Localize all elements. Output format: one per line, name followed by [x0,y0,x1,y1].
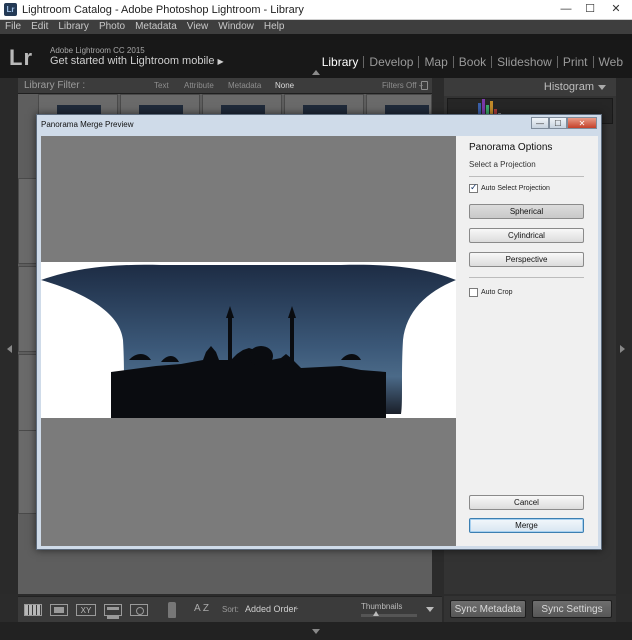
options-divider [469,176,584,177]
menu-view[interactable]: View [182,20,214,34]
merge-button[interactable]: Merge [469,518,584,533]
options-divider [469,277,584,278]
module-print[interactable]: Print [558,55,593,69]
mosque-dome [249,346,273,366]
people-view-icon[interactable] [130,604,148,616]
loupe-view-icon[interactable] [50,604,68,616]
menu-file[interactable]: File [0,20,26,34]
lr-mobile-text: Get started with Lightroom mobile [50,55,215,67]
close-button[interactable]: ✕ [602,1,630,18]
thumbnail-size-slider[interactable] [361,614,417,617]
sync-settings-button[interactable]: Sync Settings [532,600,612,618]
panorama-preview [41,136,456,546]
dialog-maximize-button[interactable]: ☐ [549,117,567,129]
histogram-title: Histogram [543,81,594,93]
menu-help[interactable]: Help [259,20,290,34]
bottom-toolbar: XY A Z Sort: Added Order ÷ Thumbnails [18,596,442,622]
window-title: Lightroom Catalog - Adobe Photoshop Ligh… [22,4,304,16]
survey-view-icon[interactable] [104,604,122,619]
lr-logo: Lr [9,45,33,70]
perspective-button[interactable]: Perspective [469,252,584,267]
lock-icon[interactable] [421,81,428,90]
toolbar-menu-icon[interactable] [426,607,434,612]
compare-view-icon[interactable]: XY [76,604,96,616]
grid-cell[interactable] [18,430,38,514]
menu-window[interactable]: Window [213,20,259,34]
auto-crop-checkbox[interactable] [469,288,478,297]
minaret-right [290,316,294,364]
spherical-button[interactable]: Spherical [469,204,584,219]
menu-metadata[interactable]: Metadata [130,20,182,34]
sort-direction-icon[interactable]: A Z [194,603,209,614]
histogram-header[interactable]: Histogram [444,78,616,96]
module-develop[interactable]: Develop [364,55,418,69]
panorama-options-title: Panorama Options [469,142,553,153]
panorama-options-panel: Panorama Options Select a Projection Aut… [456,136,598,546]
grid-cell[interactable] [18,178,38,264]
panorama-merge-dialog: Panorama Merge Preview — ☐ ✕ Panorama Op… [36,114,602,550]
module-picker: Library Develop Map Book Slideshow Print… [317,55,628,69]
thumbnails-label: Thumbnails [361,602,403,611]
library-filter-bar: Library Filter : Text Attribute Metadata… [18,78,432,94]
module-library[interactable]: Library [317,55,364,69]
left-panel-toggle-icon[interactable] [7,345,12,353]
panorama-image [41,264,456,418]
auto-select-projection-label: Auto Select Projection [481,185,550,192]
grid-view-icon[interactable] [24,604,42,616]
projection-label: Select a Projection [469,160,536,169]
play-arrow-icon: ▶ [217,57,224,66]
module-web[interactable]: Web [594,55,628,69]
left-panel-collapsed [0,78,18,594]
maximize-button[interactable]: ☐ [578,1,602,18]
menu-library[interactable]: Library [53,20,94,34]
right-panel-edge [616,78,632,594]
window-titlebar: Lr Lightroom Catalog - Adobe Photoshop L… [0,0,632,20]
lightroom-app-icon: Lr [4,3,17,16]
minimize-button[interactable]: — [554,1,578,18]
sort-label: Sort: [222,605,239,614]
module-book[interactable]: Book [454,55,491,69]
module-map[interactable]: Map [419,55,452,69]
sort-dropdown-icon[interactable]: ÷ [294,604,298,613]
bottom-panel-toggle-icon[interactable] [312,629,320,634]
module-slideshow[interactable]: Slideshow [492,55,557,69]
top-panel-toggle-icon[interactable] [312,70,320,75]
library-filter-label: Library Filter : [24,80,86,91]
module-header: Lr Adobe Lightroom CC 2015 Get started w… [0,34,632,78]
dialog-window-controls: — ☐ ✕ [531,117,597,129]
cylindrical-button[interactable]: Cylindrical [469,228,584,243]
sort-order-value[interactable]: Added Order [245,604,297,614]
menu-photo[interactable]: Photo [94,20,130,34]
filter-attribute[interactable]: Attribute [184,81,214,90]
dialog-minimize-button[interactable]: — [531,117,549,129]
dialog-close-button[interactable]: ✕ [567,117,597,129]
collapse-triangle-icon[interactable] [598,85,606,90]
dialog-title: Panorama Merge Preview [41,120,134,129]
grid-cell[interactable] [18,354,38,440]
filter-none[interactable]: None [275,81,294,90]
lr-version: Adobe Lightroom CC 2015 [50,46,145,55]
cancel-button[interactable]: Cancel [469,495,584,510]
filter-metadata[interactable]: Metadata [228,81,261,90]
auto-select-projection-checkbox[interactable] [469,182,478,193]
filters-off-dropdown[interactable]: Filters Off ÷ [382,81,423,90]
sync-bar: Sync Metadata Sync Settings [444,596,616,622]
minaret-left [228,316,232,364]
painter-spray-can-icon[interactable] [168,602,176,618]
window-controls: — ☐ ✕ [554,1,630,18]
filter-text[interactable]: Text [154,81,169,90]
right-panel-toggle-icon[interactable] [620,345,625,353]
grid-cell[interactable] [18,266,38,352]
lr-mobile-link[interactable]: Get started with Lightroom mobile ▶ [50,55,224,67]
menu-edit[interactable]: Edit [26,20,53,34]
auto-crop-label: Auto Crop [481,289,513,296]
sync-metadata-button[interactable]: Sync Metadata [450,600,526,618]
menubar: File Edit Library Photo Metadata View Wi… [0,20,632,34]
slider-knob-icon[interactable] [373,611,379,616]
